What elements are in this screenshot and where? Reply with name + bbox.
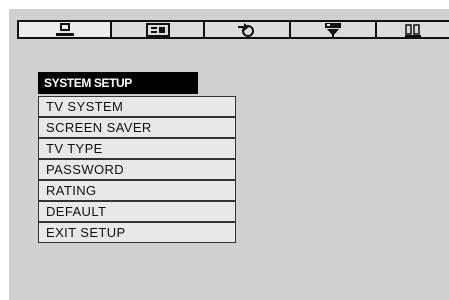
menu-item-password[interactable]: PASSWORD bbox=[38, 159, 236, 180]
audio-icon bbox=[236, 22, 258, 38]
tab-video[interactable] bbox=[291, 22, 377, 38]
menu-item-tv-type[interactable]: TV TYPE bbox=[38, 138, 236, 159]
menu-item-screen-saver[interactable]: SCREEN SAVER bbox=[38, 117, 236, 138]
setup-tab-bar bbox=[17, 20, 449, 39]
video-icon bbox=[322, 22, 344, 38]
speaker-icon bbox=[404, 23, 422, 37]
setup-panel: SYSTEM SETUP TV SYSTEM SCREEN SAVER TV T… bbox=[9, 9, 449, 300]
menu-item-default[interactable]: DEFAULT bbox=[38, 201, 236, 222]
monitor-icon bbox=[54, 22, 76, 37]
tab-system[interactable] bbox=[19, 22, 112, 37]
tab-language[interactable] bbox=[112, 22, 205, 37]
menu-item-exit-setup[interactable]: EXIT SETUP bbox=[38, 222, 236, 243]
language-icon bbox=[145, 22, 171, 37]
tab-speaker[interactable] bbox=[377, 22, 449, 37]
menu-item-rating[interactable]: RATING bbox=[38, 180, 236, 201]
tab-audio[interactable] bbox=[205, 22, 291, 37]
menu-item-tv-system[interactable]: TV SYSTEM bbox=[38, 96, 236, 117]
menu-title: SYSTEM SETUP bbox=[38, 72, 198, 94]
